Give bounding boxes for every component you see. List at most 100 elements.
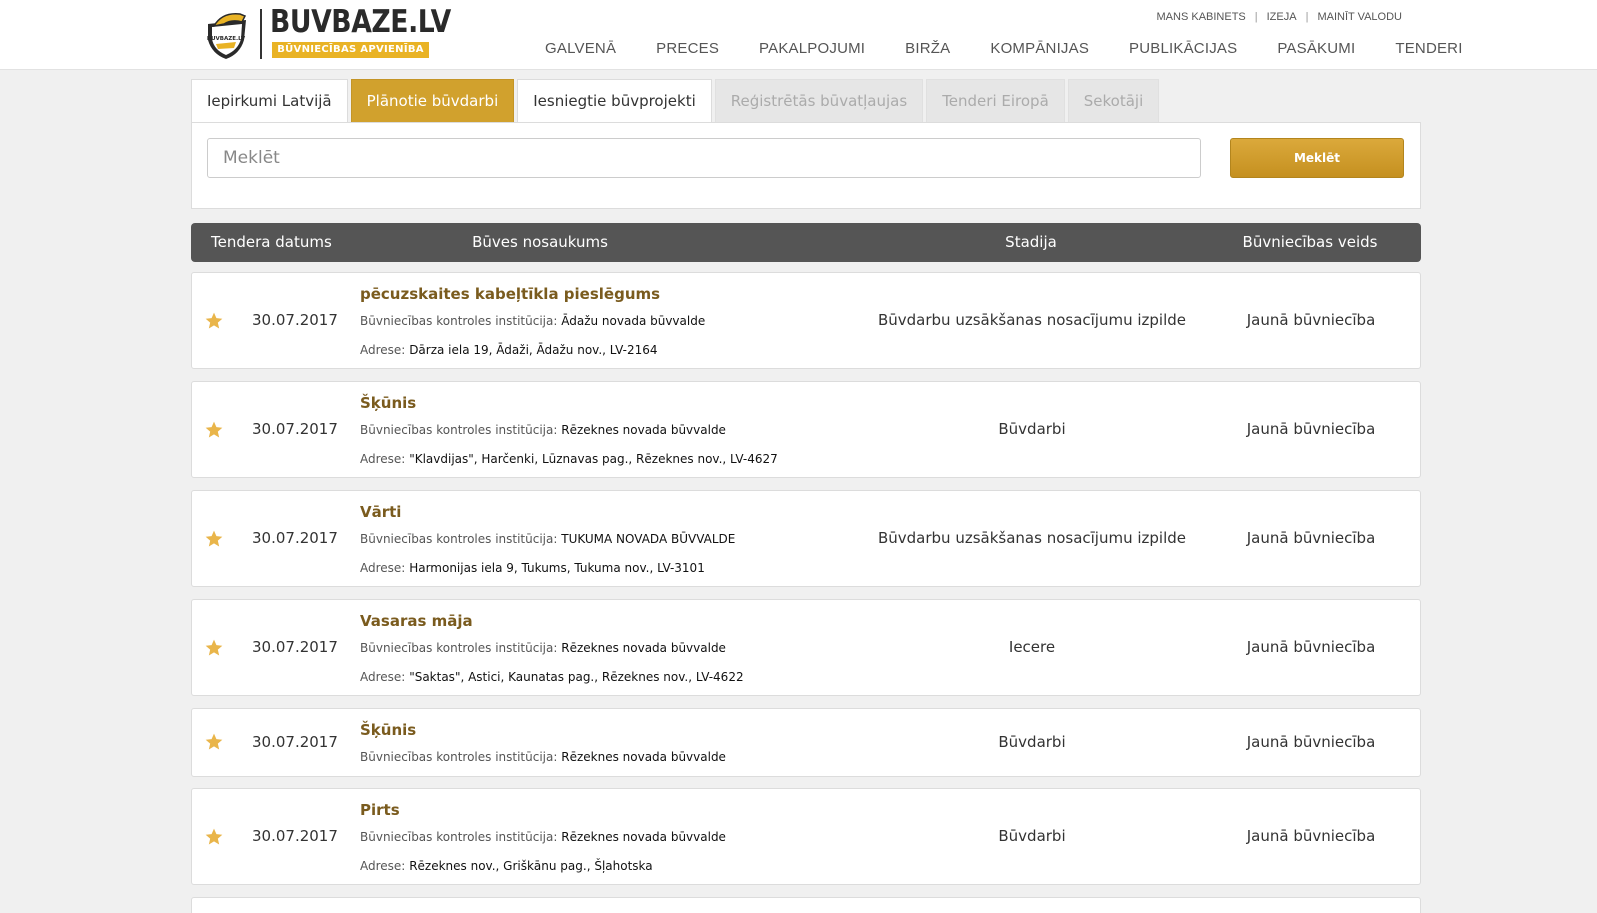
row-date: 30.07.2017 [252,420,338,438]
logo-divider [260,9,262,59]
row-type: Jaunā būvniecība [1246,827,1376,845]
row-type: Jaunā būvniecība [1246,420,1376,438]
top-links: MANS KABINETS | IZEJA | MAINĪT VALODU [1157,11,1402,23]
tab-iepirkumi-latvija[interactable]: Iepirkumi Latvijā [191,79,348,122]
column-header-name[interactable]: Būves nosaukums [472,223,608,262]
row-stage: Būvdarbu uzsākšanas nosacījumu izpilde [877,529,1187,547]
star-favorite-icon[interactable] [204,529,224,549]
address-value: "Saktas", Astici, Kaunatas pag., Rēzekne… [409,670,744,684]
table-row[interactable] [191,897,1421,913]
link-change-language[interactable]: MAINĪT VALODU [1317,11,1402,23]
logo-name[interactable]: BUVBAZE.LV [270,4,451,40]
table-row[interactable]: 30.07.2017 Vasaras māja Būvniecības kont… [191,599,1421,696]
row-address: Adrese: "Klavdijas", Harčenki, Lūznavas … [360,452,778,466]
tab-registretas-buvatlaujas[interactable]: Reģistrētās būvatļaujas [714,79,924,122]
column-header-date[interactable]: Tendera datums [211,223,332,262]
row-date: 30.07.2017 [252,733,338,751]
row-date: 30.07.2017 [252,638,338,656]
row-type: Jaunā būvniecība [1246,638,1376,656]
site-header: BUVBAZE.LV BUVBAZE.LV BŪVNIECĪBAS APVIEN… [0,0,1597,70]
tab-planotie-buvdarbi[interactable]: Plānotie būvdarbi [350,79,515,122]
row-stage: Būvdarbi [998,827,1066,845]
link-logout[interactable]: IZEJA [1267,11,1297,23]
institution-label: Būvniecības kontroles institūcija: [360,641,558,655]
nav-item-preces[interactable]: PRECES [656,40,719,57]
address-value: Dārza iela 19, Ādaži, Ādažu nov., LV-216… [409,343,658,357]
address-label: Adrese: [360,452,406,466]
row-title-link[interactable]: Šķūnis [360,394,416,412]
nav-item-publikacijas[interactable]: PUBLIKĀCIJAS [1129,40,1237,57]
row-title-link[interactable]: pēcuzskaites kabeļtīkla pieslēgums [360,285,660,303]
main-nav: GALVENĀ PRECES PAKALPOJUMI BIRŽA KOMPĀNI… [545,40,1463,57]
row-date: 30.07.2017 [252,529,338,547]
nav-item-kompanijas[interactable]: KOMPĀNIJAS [990,40,1089,57]
institution-value: Rēzeknes novada būvvalde [561,750,726,764]
star-favorite-icon[interactable] [204,420,224,440]
institution-label: Būvniecības kontroles institūcija: [360,314,558,328]
row-stage: Būvdarbu uzsākšanas nosacījumu izpilde [877,311,1187,329]
table-header: Tendera datums Būves nosaukums Stadija B… [191,223,1421,262]
row-address: Adrese: "Saktas", Astici, Kaunatas pag.,… [360,670,744,684]
row-institution: Būvniecības kontroles institūcija: Rēzek… [360,830,726,844]
institution-label: Būvniecības kontroles institūcija: [360,830,558,844]
address-value: Rēzeknes nov., Griškānu pag., Šļahotska [409,859,653,873]
row-stage: Būvdarbi [998,733,1066,751]
row-stage: Iecere [1008,638,1056,656]
category-tabs: Iepirkumi Latvijā Plānotie būvdarbi Iesn… [191,79,1162,122]
column-header-type[interactable]: Būvniecības veids [1243,223,1378,262]
row-type: Jaunā būvniecība [1246,311,1376,329]
star-favorite-icon[interactable] [204,732,224,752]
row-type: Jaunā būvniecība [1246,733,1376,751]
institution-label: Būvniecības kontroles institūcija: [360,750,558,764]
address-label: Adrese: [360,561,406,575]
emblem-text: BUVBAZE.LV [207,36,246,42]
tab-iesniegtie-buvprojekti[interactable]: Iesniegtie būvprojekti [517,79,712,122]
nav-item-tenderi[interactable]: TENDERI [1395,40,1462,57]
link-my-cabinet[interactable]: MANS KABINETS [1157,11,1246,23]
institution-value: Rēzeknes novada būvvalde [561,423,726,437]
institution-label: Būvniecības kontroles institūcija: [360,423,558,437]
institution-value: TUKUMA NOVADA BŪVVALDE [561,532,736,546]
row-institution: Būvniecības kontroles institūcija: Rēzek… [360,750,726,764]
nav-item-birza[interactable]: BIRŽA [905,40,950,57]
row-title-link[interactable]: Šķūnis [360,721,416,739]
row-title-link[interactable]: Vārti [360,503,401,521]
institution-label: Būvniecības kontroles institūcija: [360,532,558,546]
address-label: Adrese: [360,670,406,684]
column-header-stage[interactable]: Stadija [1005,223,1057,262]
row-institution: Būvniecības kontroles institūcija: TUKUM… [360,532,735,546]
table-row[interactable]: 30.07.2017 Vārti Būvniecības kontroles i… [191,490,1421,587]
row-address: Adrese: Dārza iela 19, Ādaži, Ādažu nov.… [360,343,658,357]
search-input[interactable] [207,138,1201,178]
table-row[interactable]: 30.07.2017 pēcuzskaites kabeļtīkla piesl… [191,272,1421,369]
toplink-separator: | [1305,11,1309,23]
star-favorite-icon[interactable] [204,827,224,847]
table-row[interactable]: 30.07.2017 Pirts Būvniecības kontroles i… [191,788,1421,885]
logo-emblem-icon[interactable]: BUVBAZE.LV [204,10,250,60]
row-type: Jaunā būvniecība [1246,529,1376,547]
toplink-separator: | [1254,11,1258,23]
tab-tenderi-eiropa[interactable]: Tenderi Eiropā [926,79,1065,122]
address-label: Adrese: [360,859,406,873]
logo-tagline: BŪVNIECĪBAS APVIENĪBA [272,42,429,58]
row-address: Adrese: Rēzeknes nov., Griškānu pag., Šļ… [360,859,653,873]
row-title-link[interactable]: Pirts [360,801,400,819]
nav-item-galvena[interactable]: GALVENĀ [545,40,616,57]
address-value: "Klavdijas", Harčenki, Lūznavas pag., Rē… [409,452,778,466]
institution-value: Ādažu novada būvvalde [561,314,706,328]
table-row[interactable]: 30.07.2017 Šķūnis Būvniecības kontroles … [191,708,1421,777]
address-value: Harmonijas iela 9, Tukums, Tukuma nov., … [409,561,705,575]
institution-value: Rēzeknes novada būvvalde [561,641,726,655]
row-title-link[interactable]: Vasaras māja [360,612,473,630]
nav-item-pasakumi[interactable]: PASĀKUMI [1277,40,1355,57]
table-row[interactable]: 30.07.2017 Šķūnis Būvniecības kontroles … [191,381,1421,478]
star-favorite-icon[interactable] [204,311,224,331]
nav-item-pakalpojumi[interactable]: PAKALPOJUMI [759,40,865,57]
tab-sekotaji[interactable]: Sekotāji [1067,79,1160,122]
star-favorite-icon[interactable] [204,638,224,658]
row-institution: Būvniecības kontroles institūcija: Ādažu… [360,314,705,328]
institution-value: Rēzeknes novada būvvalde [561,830,726,844]
address-label: Adrese: [360,343,406,357]
search-button[interactable]: Meklēt [1230,138,1404,178]
row-institution: Būvniecības kontroles institūcija: Rēzek… [360,423,726,437]
